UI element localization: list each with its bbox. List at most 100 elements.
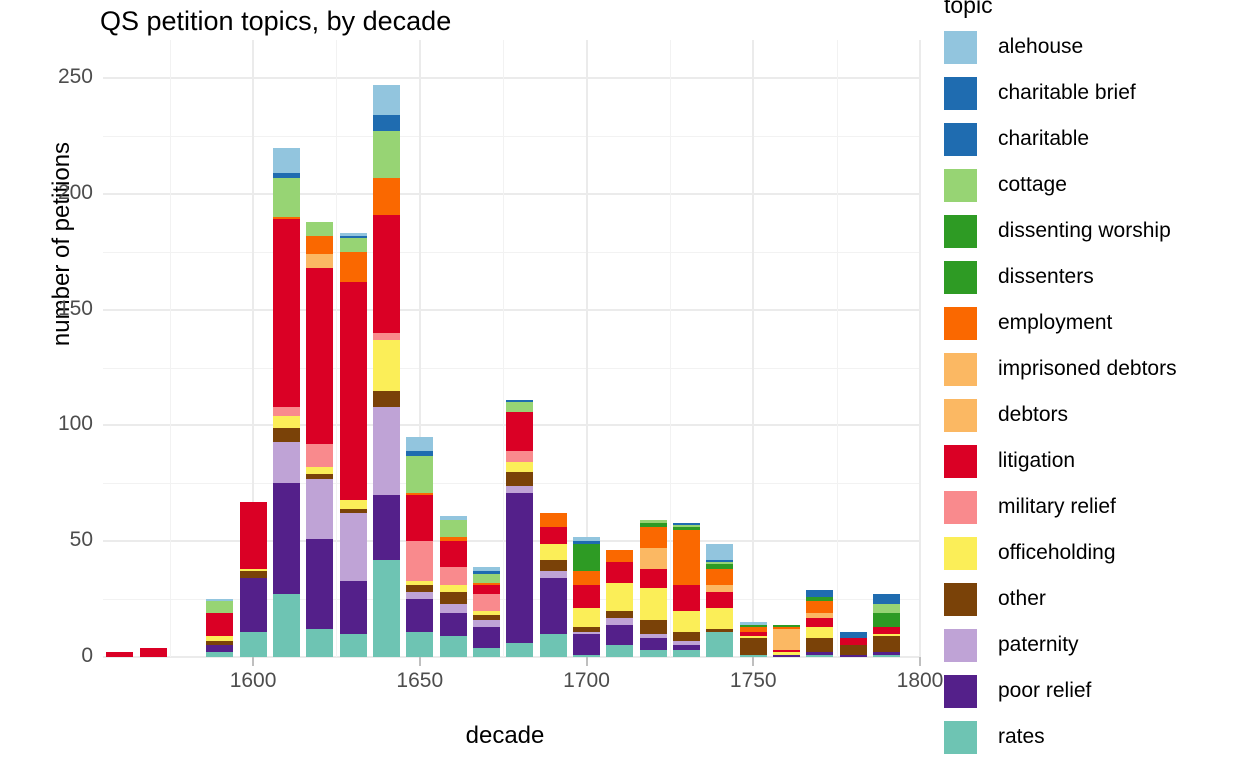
bar-segment-employment[interactable] (573, 571, 601, 586)
bar-segment-employment[interactable] (472, 582, 500, 586)
bar-segment-other[interactable] (272, 427, 300, 442)
bar-segment-litigation[interactable] (506, 411, 534, 451)
bar-segment-other[interactable] (339, 508, 367, 514)
bar-segment-military-relief[interactable] (506, 450, 534, 463)
bar-1600[interactable] (239, 501, 267, 657)
bar-segment-poor-relief[interactable] (673, 645, 701, 651)
bar-segment-alehouse[interactable] (372, 84, 400, 116)
bar-segment-debtors[interactable] (639, 548, 667, 569)
bar-segment-litigation[interactable] (573, 585, 601, 609)
bar-segment-employment[interactable] (739, 626, 767, 632)
bar-segment-rates[interactable] (439, 636, 467, 657)
bar-1770[interactable] (806, 589, 834, 657)
bar-segment-paternity[interactable] (272, 441, 300, 484)
bar-segment-officeholding[interactable] (639, 587, 667, 620)
bar-segment-officeholding[interactable] (272, 416, 300, 428)
bar-segment-litigation[interactable] (639, 569, 667, 588)
bar-segment-employment[interactable] (706, 569, 734, 586)
bar-segment-employment[interactable] (639, 527, 667, 549)
bar-segment-paternity[interactable] (372, 406, 400, 495)
bar-segment-officeholding[interactable] (339, 499, 367, 509)
bar-segment-alehouse[interactable] (339, 233, 367, 236)
bar-segment-poor-relief[interactable] (806, 652, 834, 655)
bar-segment-litigation[interactable] (339, 281, 367, 500)
bar-segment-military-relief[interactable] (439, 566, 467, 586)
bar-segment-charitable[interactable] (339, 235, 367, 238)
bar-segment-charitable[interactable] (506, 399, 534, 403)
bar-segment-rates[interactable] (639, 650, 667, 657)
bar-segment-officeholding[interactable] (506, 462, 534, 472)
bar-1650[interactable] (406, 437, 434, 657)
bar-1780[interactable] (839, 631, 867, 657)
bar-segment-cottage[interactable] (506, 402, 534, 412)
bar-segment-alehouse[interactable] (739, 622, 767, 625)
bar-1670[interactable] (472, 566, 500, 657)
bar-segment-alehouse[interactable] (706, 543, 734, 560)
bar-segment-employment[interactable] (539, 513, 567, 528)
bar-segment-employment[interactable] (773, 626, 801, 630)
bar-segment-employment[interactable] (439, 536, 467, 542)
bar-segment-paternity[interactable] (639, 633, 667, 639)
bar-segment-charitable[interactable] (873, 594, 901, 604)
bar-segment-litigation[interactable] (706, 592, 734, 609)
bar-segment-rates[interactable] (272, 594, 300, 657)
bar-1660[interactable] (439, 515, 467, 657)
bar-segment-litigation[interactable] (239, 501, 267, 569)
bar-segment-litigation[interactable] (206, 613, 234, 637)
bar-1620[interactable] (306, 221, 334, 657)
legend-item-military-relief[interactable]: military relief (944, 484, 1116, 530)
bar-1570[interactable] (139, 647, 167, 657)
bar-segment-officeholding[interactable] (573, 608, 601, 627)
bar-1760[interactable] (773, 624, 801, 657)
bar-segment-dissenters[interactable] (873, 613, 901, 627)
bar-segment-rates[interactable] (339, 633, 367, 657)
bar-segment-debtors[interactable] (706, 585, 734, 593)
bar-1630[interactable] (339, 233, 367, 657)
bar-segment-debtors[interactable] (773, 629, 801, 651)
bar-segment-other[interactable] (639, 619, 667, 634)
bar-segment-poor-relief[interactable] (306, 538, 334, 630)
legend-item-charitable[interactable]: charitable (944, 116, 1089, 162)
bar-segment-rates[interactable] (372, 559, 400, 657)
bar-segment-dissenters[interactable] (673, 527, 701, 530)
bar-segment-paternity[interactable] (306, 478, 334, 539)
bar-segment-dissenters[interactable] (739, 624, 767, 627)
bar-segment-rates[interactable] (406, 631, 434, 657)
bar-1700[interactable] (573, 536, 601, 657)
bar-segment-rates[interactable] (472, 647, 500, 657)
bar-segment-employment[interactable] (673, 529, 701, 586)
bar-1730[interactable] (673, 522, 701, 657)
bar-segment-alehouse[interactable] (472, 566, 500, 572)
bar-segment-other[interactable] (606, 610, 634, 618)
bar-segment-debtors[interactable] (806, 613, 834, 618)
bar-segment-rates[interactable] (706, 631, 734, 657)
bar-segment-charitable[interactable] (472, 571, 500, 574)
bar-segment-litigation[interactable] (539, 527, 567, 544)
bar-segment-litigation[interactable] (806, 617, 834, 627)
legend-item-officeholding[interactable]: officeholding (944, 530, 1116, 576)
legend-item-cottage[interactable]: cottage (944, 162, 1067, 208)
bar-segment-poor-relief[interactable] (439, 613, 467, 637)
bar-segment-officeholding[interactable] (439, 585, 467, 593)
bar-segment-poor-relief[interactable] (206, 645, 234, 653)
bar-segment-cottage[interactable] (673, 525, 701, 528)
bar-segment-alehouse[interactable] (573, 536, 601, 542)
bar-segment-officeholding[interactable] (239, 569, 267, 572)
bar-segment-poor-relief[interactable] (239, 578, 267, 632)
bar-segment-officeholding[interactable] (206, 636, 234, 641)
bar-segment-charitable[interactable] (673, 522, 701, 525)
bar-segment-poor-relief[interactable] (406, 599, 434, 632)
bar-segment-other[interactable] (372, 390, 400, 407)
bar-segment-poor-relief[interactable] (573, 633, 601, 655)
bar-1680[interactable] (506, 399, 534, 657)
legend-item-debtors[interactable]: debtors (944, 392, 1068, 438)
bar-segment-litigation[interactable] (139, 647, 167, 657)
bar-segment-other[interactable] (573, 626, 601, 632)
bar-1640[interactable] (372, 84, 400, 657)
bar-segment-other[interactable] (873, 636, 901, 653)
bar-segment-cottage[interactable] (706, 562, 734, 565)
bar-segment-cottage[interactable] (306, 221, 334, 236)
bar-segment-poor-relief[interactable] (339, 580, 367, 634)
legend-item-litigation[interactable]: litigation (944, 438, 1075, 484)
bar-segment-paternity[interactable] (673, 640, 701, 646)
